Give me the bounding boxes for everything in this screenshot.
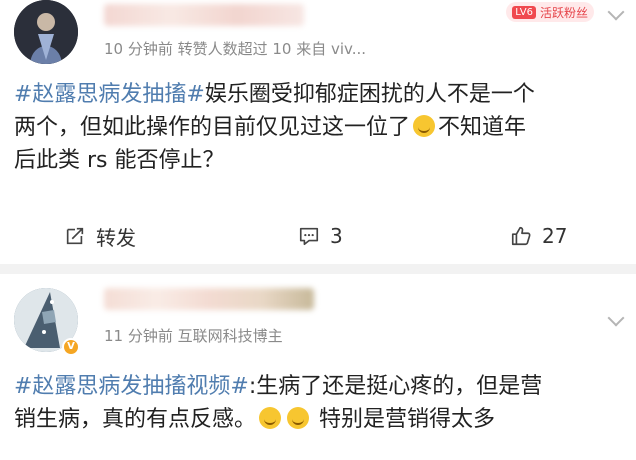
- content-text: 娱乐圈受抑郁症困扰的人不是一个: [204, 82, 535, 107]
- crying-laugh-emoji-icon: [413, 115, 436, 137]
- post-content: #赵露思病发抽搐视频#:生病了还是挺心疼的，但是营 销生病，真的有点反感。 特别…: [14, 370, 622, 436]
- content-text: 后此类 rs 能否停止？: [14, 148, 225, 173]
- fan-level-badge[interactable]: LV6 活跃粉丝: [506, 2, 594, 22]
- username-blurred[interactable]: [104, 4, 304, 26]
- content-text: 不知道年: [438, 115, 527, 140]
- post-content: #赵露思病发抽搐#娱乐圈受抑郁症困扰的人不是一个 两个，但如此操作的目前仅见过这…: [14, 78, 622, 177]
- fan-badge-label: 活跃粉丝: [539, 5, 588, 20]
- content-text: 两个，但如此操作的目前仅见过这一位了: [14, 115, 411, 140]
- username-blurred[interactable]: [104, 288, 314, 310]
- chevron-down-icon[interactable]: [607, 309, 625, 327]
- weibo-post-2: V 11 分钟前 互联网科技博主 #赵露思病发抽搐视频#:生病了还是挺心疼的，但…: [0, 274, 636, 460]
- share-label: 转发: [96, 225, 136, 250]
- level-icon: LV6: [512, 5, 536, 19]
- post-divider: [0, 264, 636, 274]
- awkward-emoji-icon: [259, 407, 282, 429]
- hashtag-link[interactable]: #赵露思病发抽搐视频#: [14, 374, 249, 399]
- chevron-down-icon[interactable]: [607, 3, 625, 21]
- comment-button[interactable]: 3: [298, 216, 343, 256]
- content-text: :生病了还是挺心疼的，但是营: [248, 374, 543, 399]
- content-text: 特别是营销得太多: [319, 407, 496, 432]
- verified-v-icon: V: [62, 338, 80, 356]
- thumbs-up-icon: [511, 226, 531, 246]
- awkward-emoji-icon: [287, 407, 310, 429]
- like-count: 27: [542, 224, 568, 248]
- share-button[interactable]: 转发: [64, 216, 136, 256]
- content-text: 销生病，真的有点反感。: [14, 407, 257, 432]
- comment-icon: [299, 227, 319, 246]
- post-meta: 11 分钟前 互联网科技博主: [104, 327, 283, 345]
- avatar[interactable]: [14, 0, 78, 64]
- like-button[interactable]: 27: [510, 216, 567, 256]
- comment-count: 3: [330, 224, 343, 248]
- action-bar: 转发 3 27: [0, 216, 636, 256]
- hashtag-link[interactable]: #赵露思病发抽搐#: [14, 82, 205, 107]
- weibo-post-1: LV6 活跃粉丝 10 分钟前 转赞人数超过 10 来自 viv... #赵露思…: [0, 0, 636, 264]
- post-meta: 10 分钟前 转赞人数超过 10 来自 viv...: [104, 40, 367, 58]
- share-icon: [66, 227, 84, 245]
